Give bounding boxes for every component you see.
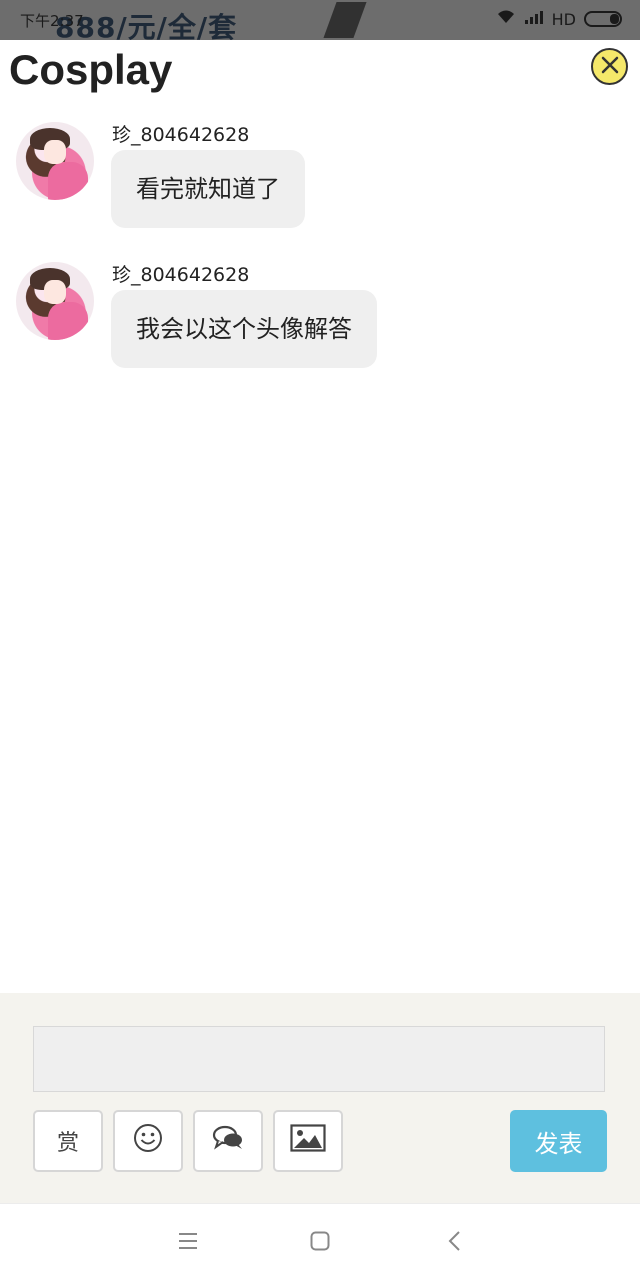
image-icon [290, 1124, 326, 1158]
sheet-title: Cosplay [9, 46, 173, 93]
reward-button[interactable]: 赏 [33, 1110, 103, 1172]
chat-button[interactable] [193, 1110, 263, 1172]
status-bar: 888/元/全/套 下午2:37 HD [0, 0, 640, 40]
message-input[interactable] [33, 1026, 605, 1092]
close-button[interactable] [591, 48, 628, 85]
avatar-face [44, 140, 66, 164]
back-chevron-icon [447, 1230, 463, 1256]
home-button[interactable] [305, 1228, 335, 1258]
menu-icon [177, 1231, 199, 1255]
reward-label: 赏 [56, 1131, 79, 1156]
message-bubble: 看完就知道了 [111, 150, 305, 228]
avatar-dress [48, 302, 88, 340]
composer-panel: 赏 发表 [0, 993, 640, 1203]
home-square-icon [309, 1230, 331, 1256]
background-figure [323, 2, 367, 38]
message-username: 珍_804642628 [112, 264, 250, 286]
menu-button[interactable] [173, 1228, 203, 1258]
avatar-dress [48, 162, 88, 200]
post-button[interactable]: 发表 [510, 1110, 607, 1172]
wifi-icon [496, 9, 516, 29]
emoji-button[interactable] [113, 1110, 183, 1172]
message-username: 珍_804642628 [112, 124, 250, 146]
network-label: HD [551, 9, 576, 29]
navigation-bar [0, 1203, 640, 1281]
smiley-icon [133, 1123, 163, 1159]
chat-bubbles-icon [211, 1123, 245, 1159]
avatar-face [44, 280, 66, 304]
signal-icon [524, 9, 544, 29]
back-button[interactable] [440, 1228, 470, 1258]
avatar[interactable] [16, 122, 94, 200]
close-icon [600, 55, 620, 79]
avatar[interactable] [16, 262, 94, 340]
message-bubble: 我会以这个头像解答 [111, 290, 377, 368]
battery-icon [584, 11, 622, 27]
status-icons: HD [496, 9, 622, 29]
image-button[interactable] [273, 1110, 343, 1172]
status-time: 下午2:37 [20, 12, 84, 30]
